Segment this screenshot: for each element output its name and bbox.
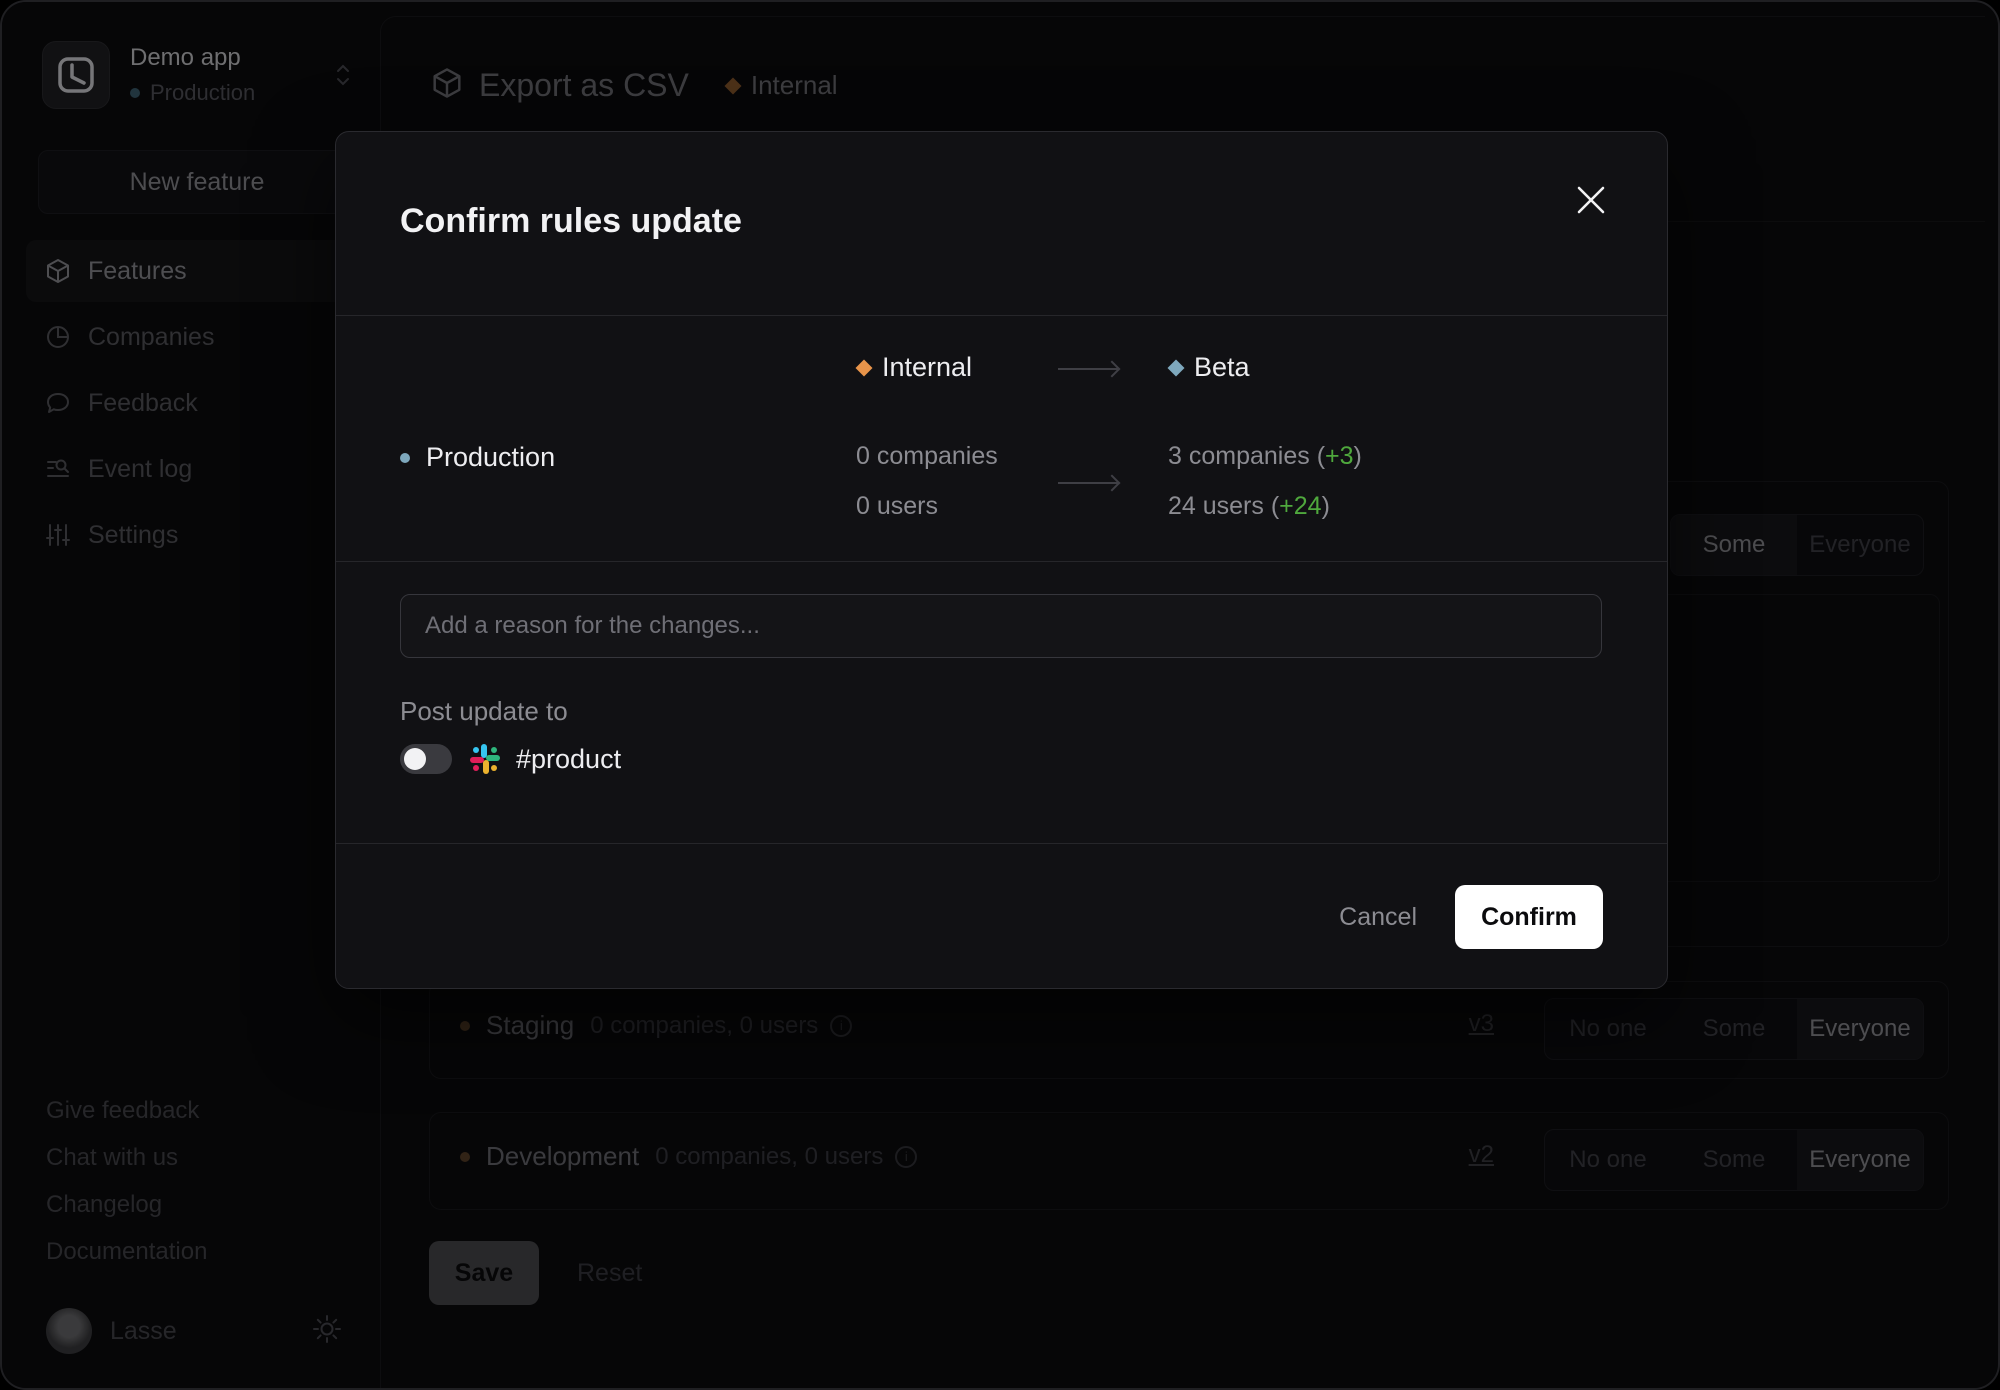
to-users-count: 24 users (1168, 492, 1264, 520)
environment-row-label: Production (400, 442, 555, 473)
arrow-right-icon (1058, 482, 1118, 484)
divider (336, 315, 1667, 316)
reason-input[interactable] (400, 594, 1602, 658)
to-stage: Beta (1167, 352, 1250, 383)
post-update-row: #product (400, 742, 621, 776)
arrow-right-icon (1058, 368, 1118, 370)
divider (336, 843, 1667, 844)
to-users: 24 users (+24) (1168, 492, 1330, 520)
confirm-button[interactable]: Confirm (1455, 885, 1603, 949)
post-update-toggle[interactable] (400, 744, 452, 774)
beta-diamond-icon (1167, 359, 1185, 376)
slack-icon (468, 742, 502, 776)
from-stage-label: Internal (882, 352, 973, 382)
to-companies: 3 companies (+3) (1168, 442, 1362, 470)
cancel-button[interactable]: Cancel (1339, 885, 1417, 949)
internal-diamond-icon (855, 359, 873, 376)
production-dot (400, 452, 410, 463)
companies-delta: +3 (1325, 442, 1354, 470)
post-update-label: Post update to (400, 696, 568, 726)
app-window: Demo app Production New feature Features (0, 0, 2000, 1390)
dialog-title: Confirm rules update (400, 202, 742, 240)
from-stage: Internal (855, 352, 973, 383)
from-companies: 0 companies (856, 442, 998, 470)
slack-channel: #product (516, 743, 622, 774)
divider (336, 561, 1667, 562)
from-users: 0 users (856, 492, 938, 520)
to-stage-label: Beta (1194, 352, 1250, 382)
to-companies-count: 3 companies (1168, 442, 1310, 470)
close-icon[interactable] (1571, 180, 1611, 220)
confirm-rules-dialog: Confirm rules update Internal Beta Produ… (335, 131, 1668, 989)
users-delta: +24 (1279, 492, 1322, 520)
toggle-knob (404, 748, 426, 770)
environment-name: Production (426, 442, 556, 472)
